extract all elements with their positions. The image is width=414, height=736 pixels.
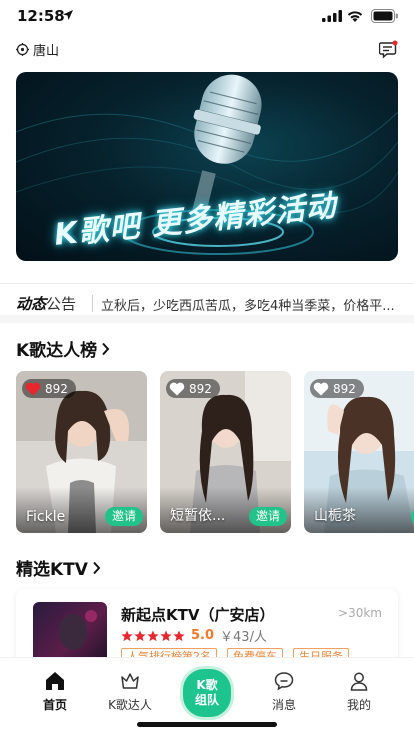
top-header: 唐山 bbox=[0, 36, 414, 62]
talent-card[interactable]: 892 山栀茶 邀请 bbox=[304, 371, 414, 533]
like-count: 892 bbox=[45, 381, 68, 396]
tab-messages-label: 消息 bbox=[271, 698, 296, 712]
home-indicator bbox=[137, 722, 277, 727]
tab-mine[interactable]: 我的 bbox=[324, 670, 394, 713]
star-icon bbox=[173, 630, 185, 641]
wifi-icon bbox=[347, 11, 363, 22]
news-label: 动态 公告 bbox=[16, 293, 76, 314]
chevron-right-icon bbox=[93, 561, 101, 574]
news-text[interactable]: 立秋后，少吃西瓜苦瓜，多吃4种当季菜，价格平... bbox=[101, 295, 406, 314]
news-divider bbox=[92, 295, 93, 312]
star-icon bbox=[147, 630, 159, 641]
ktv-name: 新起点KTV（广安店） bbox=[121, 606, 275, 624]
location-target-icon bbox=[16, 43, 29, 56]
k-team-line2: 组队 bbox=[194, 693, 219, 707]
chat-bubble-icon bbox=[274, 672, 294, 691]
talent-card-list: 892 Fickle 邀请 892 短暂依... 邀请 892 山栀茶 bbox=[16, 371, 414, 535]
news-bar[interactable]: 动态 公告 立秋后，少吃西瓜苦瓜，多吃4种当季菜，价格平... bbox=[0, 283, 414, 323]
like-badge[interactable]: 892 bbox=[166, 379, 220, 398]
like-count: 892 bbox=[189, 381, 212, 396]
crown-icon bbox=[121, 673, 139, 689]
talent-card[interactable]: 892 短暂依... 邀请 bbox=[160, 371, 291, 533]
rating-value: 5.0 bbox=[191, 628, 215, 643]
star-icon bbox=[121, 630, 133, 641]
talent-section-title[interactable]: K歌达人榜 bbox=[16, 336, 110, 361]
home-icon bbox=[46, 672, 64, 690]
location-arrow-icon bbox=[63, 10, 73, 20]
k-team-button[interactable]: K歌 组队 bbox=[180, 666, 234, 720]
invite-button[interactable]: 邀请 bbox=[248, 507, 287, 526]
news-label-bold: 动态 bbox=[16, 295, 47, 313]
battery-icon bbox=[371, 9, 398, 23]
tab-messages[interactable]: 消息 bbox=[249, 670, 319, 713]
heart-filled-icon bbox=[25, 382, 41, 395]
ktv-distance: >30km bbox=[338, 606, 382, 620]
ktv-rating: 5.0 ￥43/人 bbox=[121, 626, 267, 645]
talent-name: 山栀茶 bbox=[314, 508, 356, 524]
talent-card[interactable]: 892 Fickle 邀请 bbox=[16, 371, 147, 533]
price: ￥43/人 bbox=[220, 630, 267, 645]
location-name: 唐山 bbox=[33, 44, 60, 59]
tab-home-label: 首页 bbox=[42, 698, 67, 712]
like-badge[interactable]: 892 bbox=[22, 379, 76, 398]
news-label-rest: 公告 bbox=[46, 295, 77, 313]
message-notification-icon[interactable] bbox=[379, 40, 398, 59]
star-icon bbox=[134, 630, 146, 641]
like-badge[interactable]: 892 bbox=[310, 379, 364, 398]
location-selector[interactable]: 唐山 bbox=[16, 40, 59, 59]
page: 12:58 唐山 K歌吧 更多精彩活动 动态 公告 立秋后，少吃西瓜苦瓜，多吃4… bbox=[0, 0, 414, 736]
tab-home[interactable]: 首页 bbox=[20, 670, 90, 713]
invite-button[interactable]: 邀请 bbox=[104, 507, 143, 526]
tab-k-talent-label: K歌达人 bbox=[108, 698, 152, 712]
tab-mine-label: 我的 bbox=[346, 698, 371, 712]
chevron-right-icon bbox=[102, 342, 110, 355]
heart-outline-icon bbox=[169, 382, 185, 395]
ktv-section-title[interactable]: 精选KTV bbox=[16, 555, 101, 580]
cellular-signal-icon bbox=[322, 10, 342, 22]
talent-name: 短暂依... bbox=[170, 508, 226, 524]
promo-banner[interactable]: K歌吧 更多精彩活动 bbox=[16, 72, 398, 261]
talent-name: Fickle bbox=[26, 509, 66, 525]
user-icon bbox=[350, 672, 368, 691]
talent-section-label: K歌达人榜 bbox=[16, 341, 98, 361]
ktv-section-label: 精选KTV bbox=[16, 560, 88, 580]
star-icon bbox=[160, 630, 172, 641]
k-team-line1: K歌 bbox=[196, 678, 218, 692]
star-rating bbox=[121, 630, 185, 642]
like-count: 892 bbox=[333, 381, 356, 396]
heart-outline-icon bbox=[313, 382, 329, 395]
status-time: 12:58 bbox=[17, 7, 65, 25]
tab-k-talent[interactable]: K歌达人 bbox=[95, 670, 165, 713]
status-bar: 12:58 bbox=[0, 0, 414, 32]
